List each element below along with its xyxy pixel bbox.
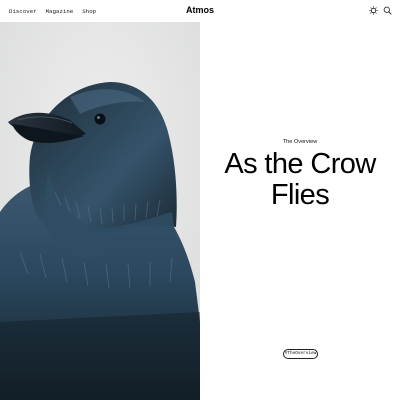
search-icon[interactable] bbox=[383, 6, 392, 15]
article-title-line-1: As the Crow bbox=[224, 148, 376, 180]
brand-logo: Atmos bbox=[0, 5, 400, 15]
hero-image-raven bbox=[0, 22, 200, 400]
eyebrow-label: The Overview bbox=[282, 139, 318, 145]
hashtag-tag-button[interactable]: #TheOverview bbox=[283, 349, 318, 359]
hero-text-panel: The Overview As the Crow Flies #TheOverv… bbox=[200, 22, 400, 400]
article-title[interactable]: As the Crow Flies bbox=[200, 149, 400, 211]
theme-toggle-icon[interactable] bbox=[369, 6, 378, 15]
brand-logo-text[interactable]: Atmos bbox=[186, 5, 214, 15]
header-tools bbox=[369, 6, 392, 15]
top-bar: Discover Magazine Shop Atmos bbox=[0, 0, 400, 22]
raven-illustration bbox=[0, 22, 200, 400]
article-title-line-2: Flies bbox=[270, 179, 330, 211]
